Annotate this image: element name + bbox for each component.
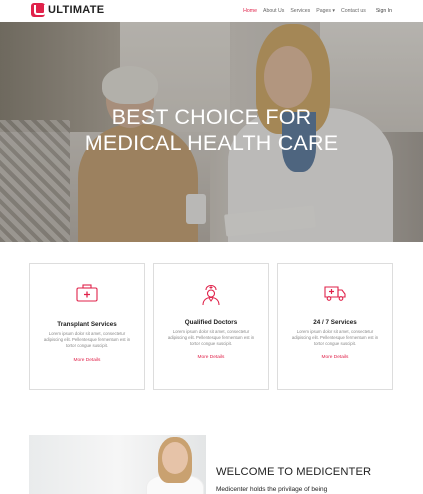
hero-title-line-2: MEDICAL HEALTH CARE [84,131,339,155]
nav-item-contact-us[interactable]: Contact us [341,8,366,14]
service-card-transplant: Transplant Services Lorem ipsum dolor si… [29,263,145,390]
nurse-icon [154,284,268,306]
more-details-link[interactable]: More Details [30,358,144,363]
nav-item-about-us[interactable]: About Us [263,8,284,14]
welcome-subline: Medicenter holds the privilage of being [216,486,328,493]
service-description: Lorem ipsum dolor sit amet, consectetur … [43,331,131,349]
hero-banner: BEST CHOICE FOR MEDICAL HEALTH CARE [0,22,423,242]
service-description: Lorem ipsum dolor sit amet, consectetur … [167,329,255,347]
chevron-down-icon: ▾ [332,8,336,14]
service-title: Transplant Services [57,321,117,328]
welcome-doctor-photo [29,435,206,494]
nav-item-pages[interactable]: Pages ▾ [316,8,335,14]
nav-item-home[interactable]: Home [243,8,257,14]
sign-in-link[interactable]: Sign In [376,8,392,14]
first-aid-kit-icon [30,284,144,306]
nav-item-services[interactable]: Services [290,8,310,14]
service-card-24-7: 24 / 7 Services Lorem ipsum dolor sit am… [277,263,393,390]
ambulance-icon [278,284,392,306]
nav-item-pages-label: Pages [316,8,331,14]
hero-title-line-1: BEST CHOICE FOR [111,105,312,129]
service-title: Qualified Doctors [184,319,238,326]
logo-icon [31,3,46,17]
more-details-link[interactable]: More Details [278,355,392,360]
service-title: 24 / 7 Services [313,319,357,326]
brand-logo[interactable]: ULTIMATE [31,3,104,17]
brand-name: ULTIMATE [48,4,105,16]
main-menu: Home About Us Services Pages ▾ Contact u… [243,0,392,22]
service-description: Lorem ipsum dolor sit amet, consectetur … [291,329,379,347]
welcome-title: WELCOME TO MEDICENTER [216,466,372,478]
navbar: ULTIMATE Home About Us Services Pages ▾ … [0,0,423,22]
more-details-link[interactable]: More Details [154,355,268,360]
service-card-doctors: Qualified Doctors Lorem ipsum dolor sit … [153,263,269,390]
